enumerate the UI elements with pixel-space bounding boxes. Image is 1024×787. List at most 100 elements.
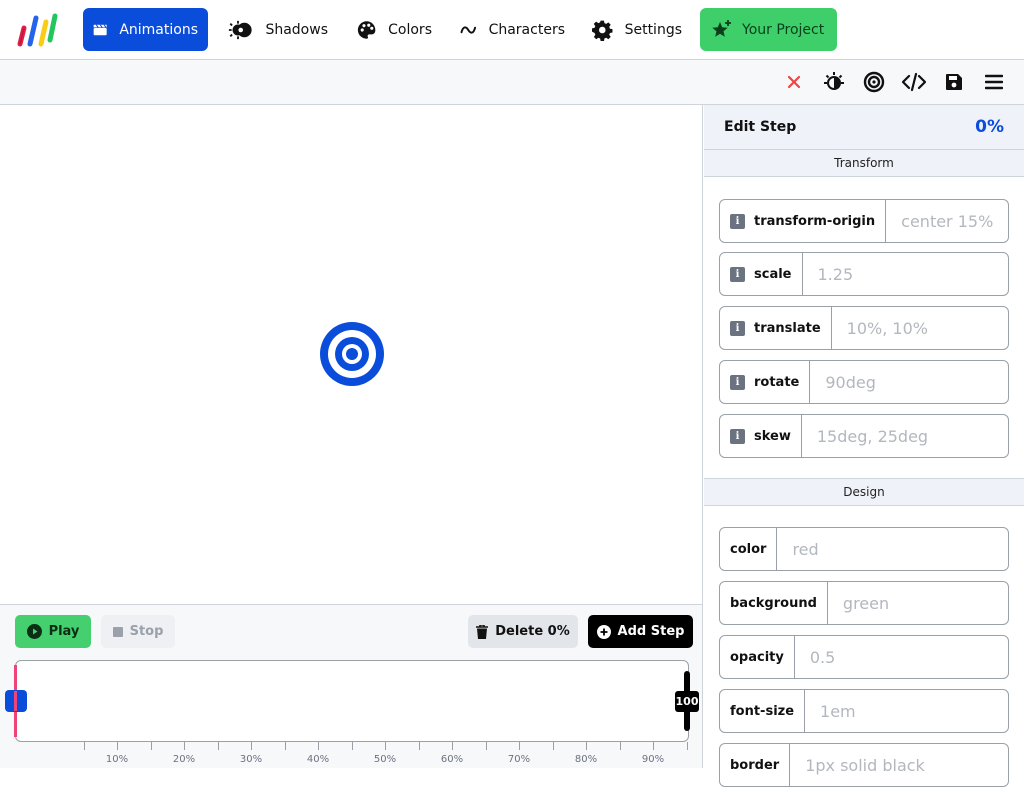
scale-label-text: scale [754, 266, 792, 282]
edit-step-panel: Edit Step 0% Transform i transform-origin… [704, 105, 1024, 787]
eclipse-icon [228, 20, 252, 39]
nav-shadows-label: Shadows [265, 21, 328, 38]
tilde-icon [460, 25, 477, 34]
ruler-tick [519, 742, 520, 750]
your-project-label: Your Project [742, 21, 825, 38]
info-icon[interactable]: i [730, 213, 745, 229]
ruler-tick-label: 30% [239, 754, 263, 765]
plus-circle-icon [596, 624, 611, 639]
play-label: Play [48, 624, 80, 639]
nav-colors[interactable]: Colors [347, 8, 442, 51]
menu-icon[interactable] [982, 71, 1006, 93]
panel-header: Edit Step 0% [704, 105, 1024, 150]
background-input[interactable] [827, 582, 1008, 624]
translate-label: i translate [720, 307, 832, 349]
nav-colors-label: Colors [388, 21, 432, 38]
ruler-tick-label: 10% [105, 754, 129, 765]
palette-icon [357, 20, 376, 39]
ruler-tick [385, 742, 386, 750]
ruler-tick [117, 742, 118, 750]
ruler-tick [251, 742, 252, 750]
timeline-ruler: 10% 20% 30% 40% 50% 60% 70% 80% 90% [15, 742, 689, 768]
skew-label-text: skew [754, 428, 791, 444]
background-label: background [720, 582, 828, 624]
font-size-label: font-size [720, 690, 806, 732]
ruler-tick [653, 742, 654, 750]
transform-origin-label: i transform-origin [720, 200, 887, 242]
stop-button[interactable]: Stop [101, 615, 175, 648]
ruler-tick [552, 742, 554, 750]
stop-label: Stop [129, 624, 164, 639]
border-input[interactable] [790, 744, 1008, 786]
rotate-field: i rotate [719, 360, 1009, 404]
ruler-tick-label: 60% [440, 754, 464, 765]
logo-icon[interactable] [14, 12, 60, 48]
trash-icon [476, 624, 489, 639]
step-marker-100-label: 100 [674, 690, 700, 712]
ruler-tick [686, 742, 688, 750]
rotate-input[interactable] [810, 361, 1008, 403]
target-icon[interactable] [862, 71, 886, 93]
border-label: border [720, 744, 791, 786]
ruler-tick [284, 742, 286, 750]
nav-settings-label: Settings [624, 21, 682, 38]
nav-settings[interactable]: Settings [582, 8, 692, 51]
ruler-tick-label: 50% [373, 754, 397, 765]
ruler-tick-label: 90% [641, 754, 665, 765]
delete-step-label: Delete 0% [495, 624, 570, 639]
design-section-header: Design [704, 478, 1024, 506]
transform-origin-label-text: transform-origin [754, 213, 876, 229]
transform-section-header: Transform [704, 149, 1024, 177]
clapperboard-icon [93, 23, 107, 35]
play-button[interactable]: Play [15, 615, 91, 648]
rotate-label-text: rotate [754, 374, 800, 390]
nav-animations[interactable]: Animations [83, 8, 208, 51]
nav-shadows[interactable]: Shadows [218, 8, 338, 51]
color-field: color [719, 527, 1009, 571]
scale-field: i scale [719, 252, 1009, 296]
play-icon [26, 624, 42, 639]
ruler-tick [586, 742, 587, 750]
code-icon[interactable] [902, 71, 926, 93]
your-project-button[interactable]: Your Project [700, 8, 837, 51]
timeline-track[interactable]: 100 [5, 660, 700, 742]
design-section-label: Design [843, 485, 885, 499]
scale-label: i scale [720, 253, 803, 295]
ruler-tick [318, 742, 319, 750]
info-icon[interactable]: i [730, 428, 745, 444]
info-icon[interactable]: i [730, 374, 745, 390]
translate-input[interactable] [831, 307, 1008, 349]
skew-field: i skew [719, 414, 1009, 458]
delete-step-button[interactable]: Delete 0% [468, 615, 578, 648]
close-icon[interactable] [782, 71, 806, 93]
ruler-tick [217, 742, 219, 750]
playhead-handle[interactable] [14, 691, 17, 711]
ruler-tick [150, 742, 152, 750]
ruler-tick-label: 70% [507, 754, 531, 765]
ruler-tick-label: 40% [306, 754, 330, 765]
animated-target-icon [320, 322, 384, 386]
transform-origin-input[interactable] [886, 200, 1008, 242]
info-icon[interactable]: i [730, 266, 745, 282]
font-size-input[interactable] [805, 690, 1008, 732]
skew-label: i skew [720, 415, 802, 457]
info-icon[interactable]: i [730, 320, 745, 336]
star-plus-icon [712, 19, 731, 37]
ruler-tick [485, 742, 487, 750]
opacity-label: opacity [720, 636, 795, 678]
scale-input[interactable] [802, 253, 1008, 295]
ruler-tick [619, 742, 621, 750]
step-marker-100[interactable]: 100 [674, 671, 700, 731]
save-icon[interactable] [942, 71, 966, 93]
ruler-tick [83, 742, 85, 750]
add-step-button[interactable]: Add Step [588, 615, 693, 648]
ruler-tick [184, 742, 185, 750]
theme-toggle-icon[interactable] [822, 71, 846, 93]
color-input[interactable] [777, 528, 1008, 570]
opacity-input[interactable] [794, 636, 1008, 678]
transform-origin-field: i transform-origin [719, 199, 1009, 243]
translate-label-text: translate [754, 320, 821, 336]
skew-input[interactable] [801, 415, 1008, 457]
ruler-tick [418, 742, 420, 750]
nav-characters[interactable]: Characters [450, 8, 575, 51]
